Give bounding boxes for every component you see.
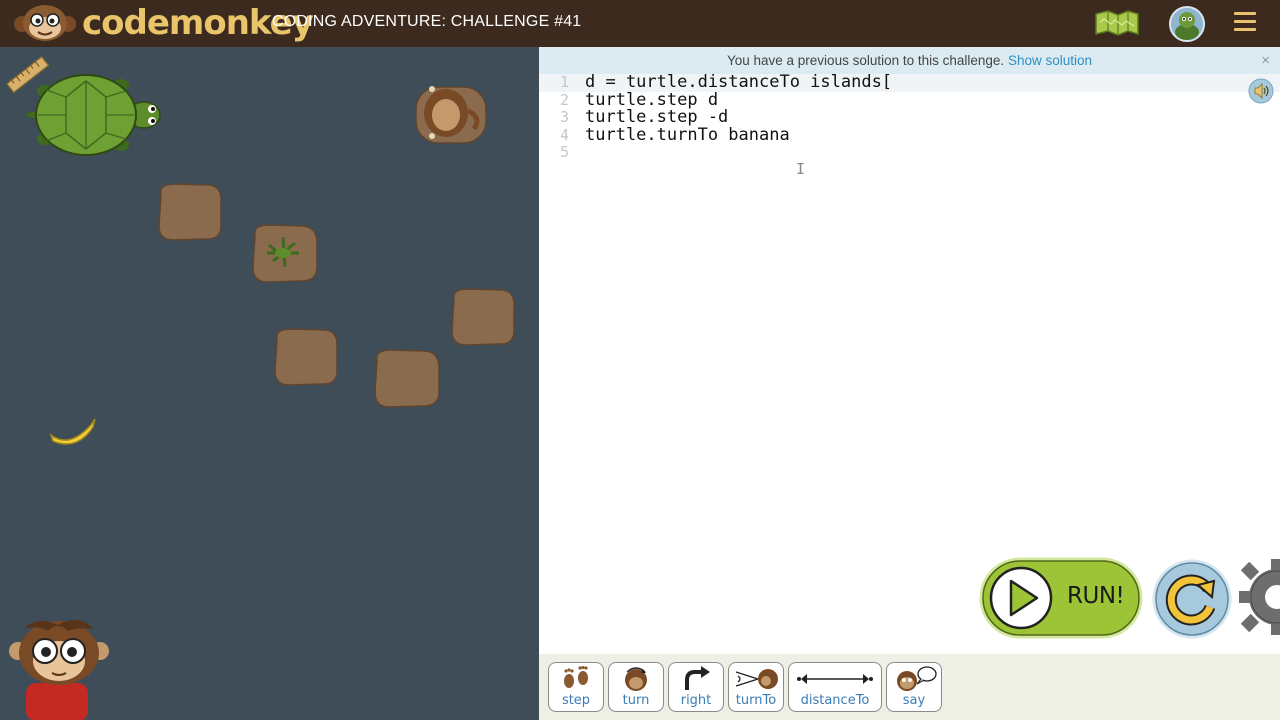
codemonkey-logo[interactable] [12,3,78,43]
close-notice-icon[interactable]: × [1261,47,1270,74]
tool-step[interactable]: step [548,662,604,712]
hamburger-menu-icon[interactable] [1234,12,1256,34]
footprints-icon [564,666,588,688]
map-icon[interactable] [1094,10,1140,36]
code-line[interactable]: 1 d = turtle.distanceTo islands[ [539,73,1280,92]
island-1 [158,183,222,241]
monkey-turn-icon [625,667,647,691]
right-arrow-icon [685,666,710,690]
game-canvas[interactable] [0,47,539,720]
line-number: 2 [559,90,569,109]
turnto-icon [735,669,778,689]
island-3 [274,328,338,386]
tool-turn[interactable]: turn [608,662,664,712]
island-4 [374,349,440,408]
line-number: 4 [559,125,569,144]
tool-label: turn [622,693,650,708]
run-button[interactable]: RUN! [979,557,1143,639]
island-2 [451,288,515,346]
command-toolbar: step turn right turnTo distanceTo say [539,654,1280,720]
avatar[interactable] [1169,6,1205,42]
editor-panel: You have a previous solution to this cha… [539,47,1280,720]
code-line[interactable]: 4 turtle.turnTo banana [539,125,1280,145]
previous-solution-notice: You have a previous solution to this cha… [539,47,1280,74]
code-text[interactable]: d = turtle.distanceTo islands[ [585,73,892,92]
code-text[interactable]: turtle.turnTo banana [585,126,790,145]
tool-say[interactable]: say [886,662,942,712]
monkey-character [9,619,109,720]
app-root: codemonkey CODING ADVENTURE: CHALLENGE #… [0,0,1280,720]
text-cursor-icon: I [796,160,806,178]
top-bar: codemonkey CODING ADVENTURE: CHALLENGE #… [0,0,1280,47]
page-title: CODING ADVENTURE: CHALLENGE #41 [272,13,582,30]
code-line[interactable]: 3 turtle.step -d [539,108,1280,127]
notice-text: You have a previous solution to this cha… [726,53,1005,68]
tool-label: turnTo [735,693,777,708]
speech-bubble-icon [897,666,937,691]
tool-label: distanceTo [800,693,870,708]
settings-gear-icon[interactable] [1239,557,1280,637]
monkey-island-sprite [415,86,487,144]
line-number: 1 [559,73,569,91]
tool-distanceto[interactable]: distanceTo [788,662,882,712]
distance-arrow-icon [797,674,873,684]
code-line[interactable]: 5 [539,143,1280,162]
turtle-sprite [26,74,161,156]
monkey-logo-icon [14,5,76,41]
line-number: 5 [559,143,569,161]
tool-label: right [680,693,712,708]
island-with-plant [252,224,318,283]
tool-label: say [902,693,926,708]
code-editor[interactable]: 1 d = turtle.distanceTo islands[ 2 turtl… [539,73,1280,162]
tool-turnto[interactable]: turnTo [728,662,784,712]
tool-label: step [561,693,591,708]
banana-sprite [49,418,96,445]
line-number: 3 [559,108,569,126]
tool-right[interactable]: right [668,662,724,712]
run-label: RUN! [1067,583,1125,609]
code-text[interactable]: turtle.step -d [585,108,728,127]
reset-button[interactable] [1152,559,1232,639]
speaker-icon[interactable] [1248,78,1274,104]
show-solution-link[interactable]: Show solution [1008,53,1092,68]
